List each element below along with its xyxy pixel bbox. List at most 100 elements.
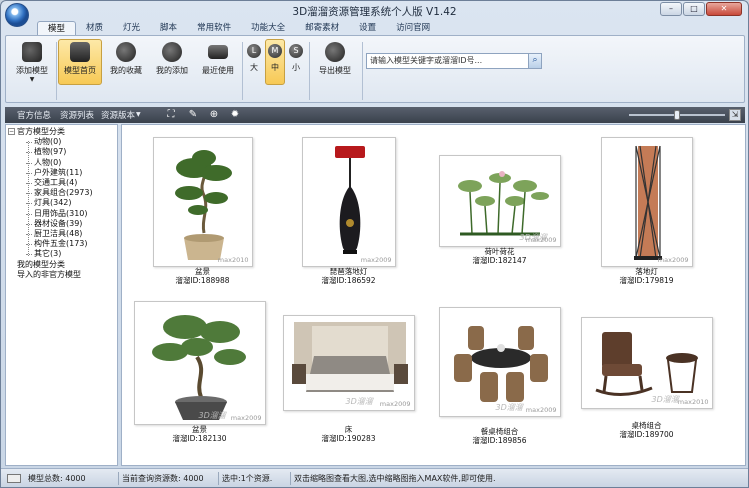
search-icon[interactable]: ⌕ — [528, 54, 541, 68]
ribbon: 添加模型 ▼ 模型首页 我的收藏 我的添加 最近使用 L 大 M 中 S 小 导… — [5, 35, 745, 103]
model-home-button[interactable]: 模型首页 — [58, 39, 102, 85]
bed-thumbnail[interactable]: 3D溜溜 max2009 — [282, 315, 415, 411]
model-card[interactable]: max2010 盆景 溜溜ID:188988 — [130, 137, 275, 285]
settings-icon[interactable]: ✹ — [229, 109, 241, 121]
model-card[interactable]: 3D溜溜 max2009 床 溜溜ID:190283 — [276, 301, 421, 443]
zoom-slider-handle[interactable] — [674, 110, 680, 120]
status-total: 模型总数: 4000 — [25, 472, 119, 485]
tree-item[interactable]: 器材设备(39) — [8, 219, 117, 229]
dining-set-thumbnail[interactable]: 3D溜溜 max2009 — [438, 307, 561, 417]
tree-root-official[interactable]: − 官方模型分类 — [8, 127, 117, 137]
bonsai-thumbnail[interactable]: max2010 — [152, 137, 253, 267]
size-medium-label: 中 — [271, 63, 279, 72]
watermark-version: max2009 — [525, 406, 557, 414]
model-id: 溜溜ID:188988 — [175, 276, 230, 285]
app-logo-icon[interactable] — [5, 3, 29, 27]
tree-item[interactable]: 植物(97) — [8, 147, 117, 157]
export-model-button[interactable]: 导出模型 — [312, 39, 358, 85]
status-selected: 选中:1个资源. — [219, 472, 291, 485]
tree-item[interactable]: 厨卫洁具(48) — [8, 229, 117, 239]
watermark-version: max2009 — [525, 236, 557, 244]
tab-material[interactable]: 材质 — [76, 21, 113, 35]
title-bar: 3D溜溜资源管理系统个人版 V1.42 – □ ✕ — [1, 1, 748, 27]
my-favorites-button[interactable]: 我的收藏 — [104, 39, 148, 85]
tree-imported[interactable]: 导入的非官方模型 — [8, 270, 117, 280]
size-small-button[interactable]: S 小 — [286, 39, 306, 85]
size-small-label: 小 — [292, 63, 300, 72]
watermark-version: max2009 — [230, 414, 262, 422]
chevron-down-icon: ▼ — [29, 76, 35, 83]
tab-script[interactable]: 脚本 — [150, 21, 187, 35]
add-model-button[interactable]: 添加模型 ▼ — [10, 39, 54, 85]
model-card[interactable]: max2009 琵琶落地灯 溜溜ID:186592 — [276, 137, 421, 285]
model-card[interactable]: 3D溜溜 max2009 盆景 溜溜ID:182130 — [127, 301, 272, 443]
recent-label: 最近使用 — [202, 66, 234, 75]
tree-item[interactable]: 构件五金(173) — [8, 239, 117, 249]
tab-mail-assets[interactable]: 邮寄素材 — [295, 21, 349, 35]
model-card[interactable]: max2009 落地灯 溜溜ID:179819 — [574, 137, 719, 285]
ribbon-separator — [309, 42, 310, 100]
size-medium-button[interactable]: M 中 — [265, 39, 285, 85]
collapse-icon[interactable]: − — [8, 128, 15, 135]
tree-my-category[interactable]: 我的模型分类 — [8, 260, 117, 270]
pipa-floor-lamp-thumbnail[interactable]: max2009 — [301, 137, 396, 267]
tab-model[interactable]: 模型 — [37, 21, 77, 35]
tree-item[interactable]: 灯具(342) — [8, 198, 117, 208]
floor-lamp-thumbnail[interactable]: max2009 — [600, 137, 693, 267]
tree-item[interactable]: 动物(0) — [8, 137, 117, 147]
bonsai-thumbnail[interactable]: 3D溜溜 max2009 — [133, 301, 266, 425]
chevron-down-icon[interactable]: ▼ — [136, 111, 141, 118]
search-input[interactable]: 请输入模型关键字或溜溜ID号... — [366, 53, 542, 69]
tab-website[interactable]: 访问官网 — [386, 21, 440, 35]
model-id: 溜溜ID:182147 — [472, 256, 527, 265]
tree-item[interactable]: 户外建筑(11) — [8, 168, 117, 178]
model-id: 溜溜ID:189700 — [619, 430, 674, 439]
resource-version-link[interactable]: 资源版本 — [101, 109, 135, 121]
model-name: 落地灯 — [635, 267, 658, 276]
size-small-icon: S — [289, 44, 303, 58]
close-button[interactable]: ✕ — [706, 2, 742, 16]
tab-settings[interactable]: 设置 — [349, 21, 386, 35]
tree-item[interactable]: 其它(3) — [8, 249, 117, 259]
official-info-link[interactable]: 官方信息 — [17, 109, 51, 121]
my-added-button[interactable]: 我的添加 — [150, 39, 194, 85]
model-card[interactable]: 3D溜溜 max2009 餐桌椅组合 溜溜ID:189856 — [427, 301, 572, 445]
model-grid: max2010 盆景 溜溜ID:188988 max2009 琵琶落地灯 溜溜I… — [121, 124, 746, 466]
tab-features[interactable]: 功能大全 — [241, 21, 295, 35]
maximize-button[interactable]: □ — [683, 2, 705, 16]
ribbon-separator — [242, 42, 243, 100]
watermark-version: max2009 — [379, 400, 411, 408]
model-home-label: 模型首页 — [64, 66, 96, 75]
model-id: 溜溜ID:186592 — [321, 276, 376, 285]
recent-button[interactable]: 最近使用 — [196, 39, 240, 85]
tree-item[interactable]: 日用饰品(310) — [8, 209, 117, 219]
my-added-label: 我的添加 — [156, 66, 188, 75]
pin-icon[interactable]: ⇲ — [729, 109, 741, 121]
tree-item[interactable]: 家具组合(2973) — [8, 188, 117, 198]
tab-software[interactable]: 常用软件 — [187, 21, 241, 35]
resource-list-link[interactable]: 资源列表 — [60, 109, 94, 121]
model-id: 溜溜ID:179819 — [619, 276, 674, 285]
watermark-logo: 3D溜溜 — [198, 411, 226, 420]
tree-root-label: 官方模型分类 — [17, 127, 65, 136]
rocking-chair-set-thumbnail[interactable]: 3D溜溜 max2010 — [580, 317, 713, 409]
minimize-button[interactable]: – — [660, 2, 682, 16]
app-window: 3D溜溜资源管理系统个人版 V1.42 – □ ✕ 模型 材质 灯光 脚本 常用… — [0, 0, 749, 488]
lotus-thumbnail[interactable]: 3D溜溜 max2009 — [438, 155, 561, 247]
tree-item[interactable]: 交通工具(4) — [8, 178, 117, 188]
size-large-button[interactable]: L 大 — [244, 39, 264, 85]
model-card[interactable]: 3D溜溜 max2010 桌椅组合 溜溜ID:189700 — [574, 301, 719, 439]
status-bar: 模型总数: 4000 当前查询资源数: 4000 选中:1个资源. 双击缩略图查… — [1, 468, 748, 487]
floor-lamp-icon — [633, 145, 662, 260]
secondary-toolbar: 官方信息 资源列表 资源版本 ▼ ⛶ ✎ ⊕ ✹ ⇲ — [5, 107, 745, 123]
pencil-icon[interactable]: ✎ — [187, 109, 199, 121]
category-tree: − 官方模型分类 动物(0) 植物(97) 人物(0) 户外建筑(11) 交通工具… — [5, 124, 118, 466]
zoom-icon[interactable]: ⊕ — [208, 109, 220, 121]
model-id: 溜溜ID:190283 — [321, 434, 376, 443]
fit-view-icon[interactable]: ⛶ — [165, 109, 177, 121]
bonsai-icon — [151, 315, 246, 420]
tree-item[interactable]: 人物(0) — [8, 158, 117, 168]
tab-light[interactable]: 灯光 — [113, 21, 150, 35]
model-card[interactable]: 3D溜溜 max2009 荷叶荷花 溜溜ID:182147 — [427, 137, 572, 265]
my-favorites-label: 我的收藏 — [110, 66, 142, 75]
